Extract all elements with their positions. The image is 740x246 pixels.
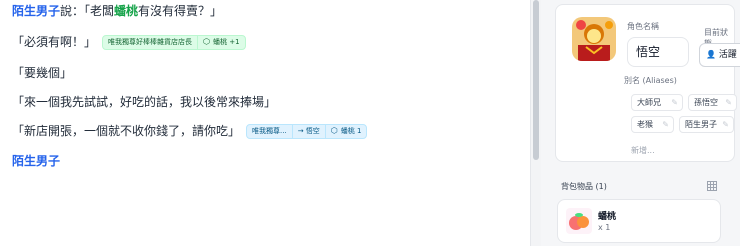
story-line: 「要幾個」	[12, 64, 72, 82]
cube-icon: ⬡	[330, 126, 338, 135]
pencil-icon[interactable]: ✎	[725, 95, 732, 110]
badge-to: → 悟空	[291, 124, 325, 138]
scrollbar[interactable]	[530, 0, 541, 246]
bag-item-name: 蟠桃	[598, 212, 617, 222]
bag-item-card[interactable]: 蟠桃 x 1	[557, 199, 721, 243]
grid-icon[interactable]	[707, 181, 717, 191]
avatar-image	[572, 17, 616, 61]
status-button[interactable]: 👤 活躍	[699, 43, 740, 67]
story-area: 陌生男子 說：「老闆 蟠桃 有沒有得賣？」 「必須有啊！」 唯我獨尊好棒棒雜貨店…	[0, 0, 530, 246]
story-line: 「新店開張，一個就不收你錢了，請你吃」 唯我獨尊... → 悟空 ⬡ 蟠桃 1	[12, 122, 368, 140]
badge-item: ⬡ 蟠桃 +1	[197, 35, 245, 49]
badge-from: 唯我獨尊...	[252, 126, 287, 135]
pencil-icon[interactable]: ✎	[671, 95, 678, 110]
item-gain-badge[interactable]: 唯我獨尊好棒棒雜貨店店長 ⬡ 蟠桃 +1	[102, 34, 246, 50]
story-line: 「必須有啊！」 唯我獨尊好棒棒雜貨店店長 ⬡ 蟠桃 +1	[12, 33, 246, 51]
role-name-label: 角色名稱	[627, 22, 659, 31]
alias-chip[interactable]: 陌生男子 ✎	[679, 116, 734, 133]
story-line: 陌生男子 說：「老闆 蟠桃 有沒有得賣？」	[12, 2, 222, 20]
character-card: 角色名稱 悟空 目前狀態 👤 活躍 別名 (Aliases) 大師兄✎ 孫悟空✎…	[555, 4, 740, 162]
dialogue-text: 說：「老闆	[60, 4, 115, 18]
cube-icon: ⬡	[203, 37, 210, 46]
item-name[interactable]: 蟠桃	[114, 2, 138, 20]
speaker-name[interactable]: 陌生男子	[12, 152, 60, 170]
speaker-name[interactable]: 陌生男子	[12, 2, 60, 20]
user-icon: 👤	[706, 50, 716, 59]
story-line: 「來一個我先試試，好吃的話，我以後常來捧場」	[12, 93, 276, 111]
dialogue-text: 「新店開張，一個就不收你錢了，請你吃」	[12, 124, 241, 138]
item-transfer-badge[interactable]: 唯我獨尊... → 悟空 ⬡ 蟠桃 1	[246, 123, 368, 139]
dialogue-text: 「必須有啊！」	[12, 35, 97, 49]
dialogue-text: 「要幾個」	[12, 66, 73, 80]
character-panel: 角色名稱 悟空 目前狀態 👤 活躍 別名 (Aliases) 大師兄✎ 孫悟空✎…	[541, 0, 740, 246]
bag-label: 背包物品 (1)	[561, 182, 607, 191]
pencil-icon[interactable]: ✎	[722, 117, 729, 132]
story-line: 陌生男子	[12, 152, 60, 170]
badge-speaker: 唯我獨尊好棒棒雜貨店店長	[108, 37, 193, 46]
alias-chip[interactable]: 老猴 ✎	[631, 116, 674, 133]
pencil-icon[interactable]: ✎	[662, 117, 669, 132]
new-alias-input[interactable]: 新增...	[631, 145, 655, 156]
alias-chip[interactable]: 孫悟空 ✎	[688, 94, 737, 111]
peach-image	[566, 208, 592, 234]
role-name-input[interactable]: 悟空	[627, 37, 689, 67]
bag-item-quantity: x 1	[598, 223, 611, 232]
dialogue-text: 有沒有得賣？」	[138, 4, 223, 18]
dialogue-text: 「來一個我先試試，好吃的話，我以後常來捧場」	[12, 95, 277, 109]
badge-item: ⬡ 蟠桃 1	[324, 124, 367, 138]
avatar[interactable]	[572, 17, 616, 61]
aliases-label: 別名 (Aliases)	[624, 76, 677, 85]
alias-chip[interactable]: 大師兄 ✎	[631, 94, 683, 111]
scrollbar-thumb[interactable]	[533, 0, 539, 160]
